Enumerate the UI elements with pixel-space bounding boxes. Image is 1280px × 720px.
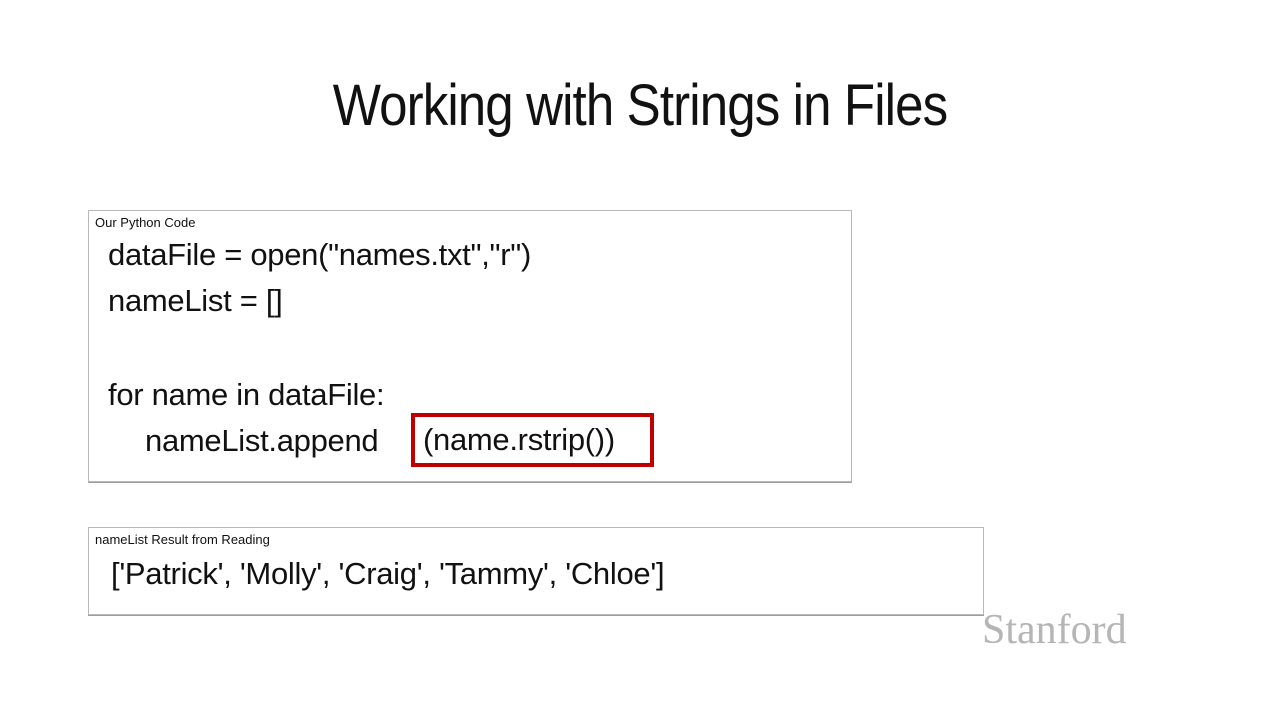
rstrip-highlight-box: (name.rstrip()) [411, 413, 654, 467]
slide-title: Working with Strings in Files [332, 73, 948, 138]
code-panel-caption: Our Python Code [95, 215, 196, 230]
code-line-for-loop: for name in dataFile: [108, 377, 385, 412]
stanford-logo: Stanford [982, 607, 1127, 653]
result-list-value: ['Patrick', 'Molly', 'Craig', 'Tammy', '… [111, 556, 665, 591]
code-line-namelist: nameList = [] [108, 283, 283, 318]
code-line-append: nameList.append [145, 423, 379, 458]
highlighted-rstrip-call: (name.rstrip()) [423, 422, 615, 457]
result-panel: nameList Result from Reading ['Patrick',… [88, 527, 984, 615]
result-panel-caption: nameList Result from Reading [95, 532, 270, 547]
code-line-open: dataFile = open("names.txt","r") [108, 237, 531, 272]
